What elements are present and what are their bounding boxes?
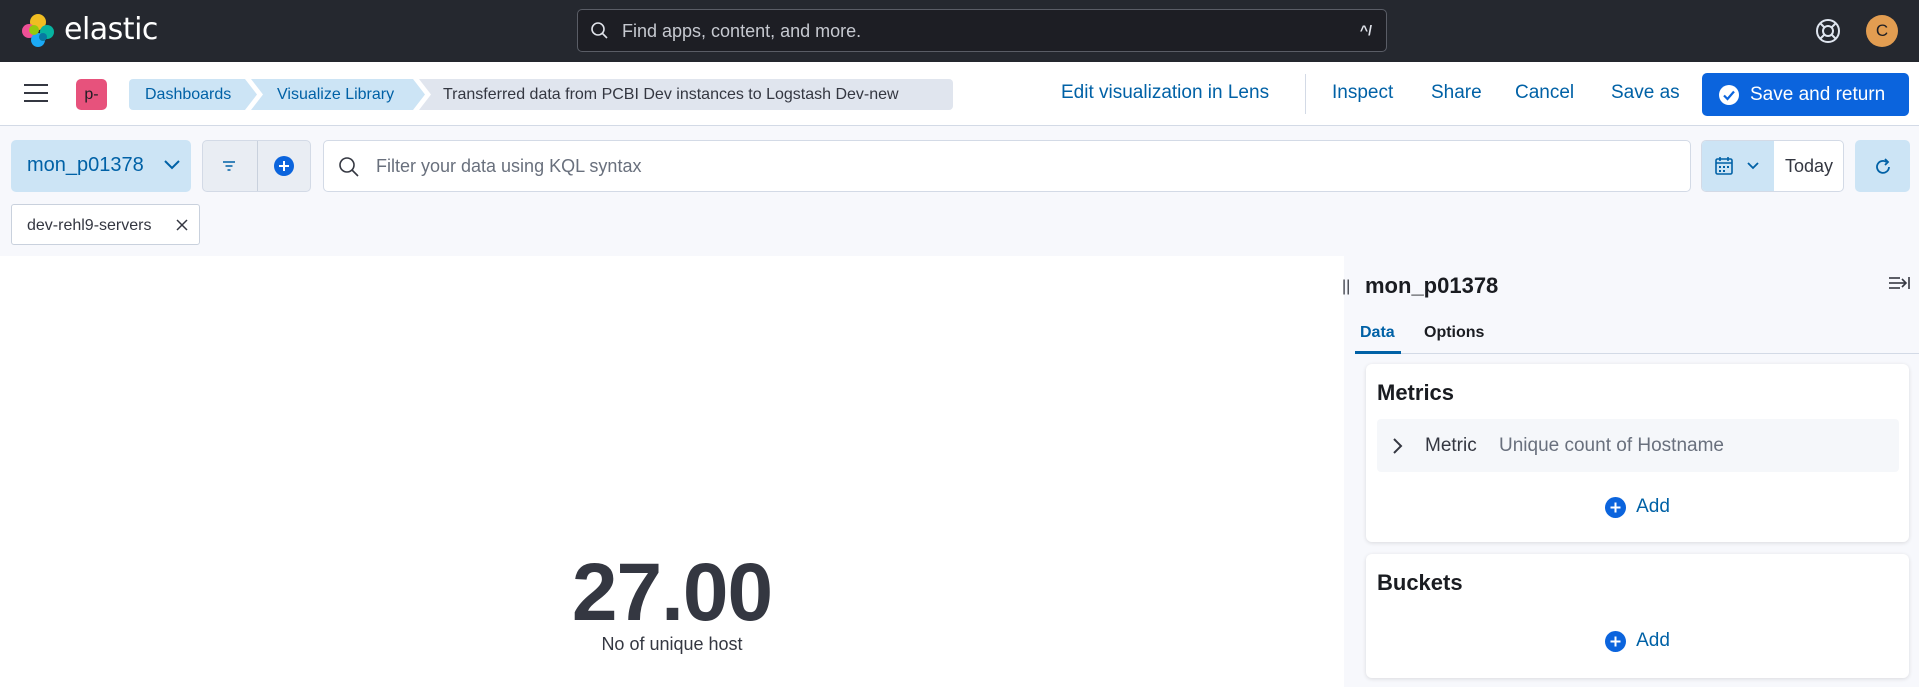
add-metric-button[interactable]: Add [1366,496,1909,524]
cancel-link[interactable]: Cancel [1515,82,1574,104]
date-picker: Today [1701,140,1844,192]
metrics-heading: Metrics [1377,380,1455,405]
buckets-heading: Buckets [1377,570,1463,595]
top-header: elastic Find apps, content, and more. ^/… [0,0,1919,62]
date-range-label[interactable]: Today [1785,156,1833,177]
brand-name[interactable]: elastic [64,14,158,46]
save-and-return-button[interactable]: Save and return [1702,73,1909,116]
visualization-canvas: 27.00 No of unique host [0,256,1344,687]
quick-date-menu-button[interactable] [1702,141,1774,191]
filter-pill[interactable]: dev-rehl9-servers [11,204,200,245]
breadcrumb-current: Transferred data from PCBI Dev instances… [419,79,953,110]
filter-icon[interactable] [221,158,237,174]
add-bucket-label: Add [1636,630,1670,651]
search-icon [591,22,608,39]
breadcrumb-visualize-library[interactable]: Visualize Library [251,79,425,110]
metric-aggregation-row[interactable]: Metric Unique count of Hostname [1377,419,1899,472]
inspect-link[interactable]: Inspect [1332,82,1393,104]
metric-value: 27.00 [571,547,773,638]
divider [1305,74,1306,114]
kql-placeholder: Filter your data using KQL syntax [376,156,642,176]
close-icon[interactable] [175,218,189,232]
filter-pill-label: dev-rehl9-servers [27,217,152,234]
data-view-label: mon_p01378 [27,154,144,176]
search-shortcut: ^/ [1359,22,1372,38]
metric-description: Unique count of Hostname [1499,435,1724,456]
plus-circle-icon [1605,630,1627,652]
buckets-panel: Buckets Add [1366,554,1909,678]
add-metric-label: Add [1636,496,1670,517]
save-and-return-label: Save and return [1750,84,1886,105]
search-placeholder: Find apps, content, and more. [622,21,862,41]
chevron-down-icon [1747,162,1759,170]
action-bar: p- Dashboards Visualize Library Transfer… [0,62,1919,126]
resize-handle[interactable]: || [1342,278,1350,296]
menu-icon[interactable] [24,84,48,104]
collapse-sidebar-icon[interactable] [1888,275,1910,291]
kql-search-input[interactable]: Filter your data using KQL syntax [323,140,1691,192]
refresh-icon [1876,158,1890,174]
help-icon[interactable] [1814,17,1842,45]
search-icon [339,157,359,177]
metric-type-label: Metric [1425,435,1477,456]
data-view-picker[interactable]: mon_p01378 [11,140,191,192]
add-bucket-button[interactable]: Add [1366,630,1909,658]
elastic-logo-icon[interactable] [20,13,56,49]
global-search-input[interactable]: Find apps, content, and more. ^/ [577,9,1387,52]
chevron-down-icon [164,160,180,170]
refresh-button[interactable] [1855,140,1910,192]
space-badge[interactable]: p- [76,79,107,110]
active-tab-indicator [1355,351,1401,354]
calendar-icon [1715,157,1733,175]
filter-button-group [202,140,311,192]
chevron-right-icon[interactable] [1391,437,1403,455]
sidebar-title: mon_p01378 [1365,273,1499,298]
tab-options[interactable]: Options [1424,324,1484,342]
user-avatar[interactable]: C [1866,15,1898,47]
metrics-panel: Metrics Metric Unique count of Hostname … [1366,364,1909,542]
edit-in-lens-link[interactable]: Edit visualization in Lens [1061,82,1269,104]
share-link[interactable]: Share [1431,82,1482,104]
check-circle-icon [1719,85,1739,105]
query-bar: mon_p01378 Filter your data using KQL sy… [0,126,1919,256]
plus-circle-icon [1605,496,1627,518]
tab-data[interactable]: Data [1360,324,1395,342]
metric-label: No of unique host [601,634,743,654]
save-as-link[interactable]: Save as [1611,82,1680,104]
add-filter-icon[interactable] [274,156,294,176]
breadcrumb-dashboards[interactable]: Dashboards [129,79,257,110]
